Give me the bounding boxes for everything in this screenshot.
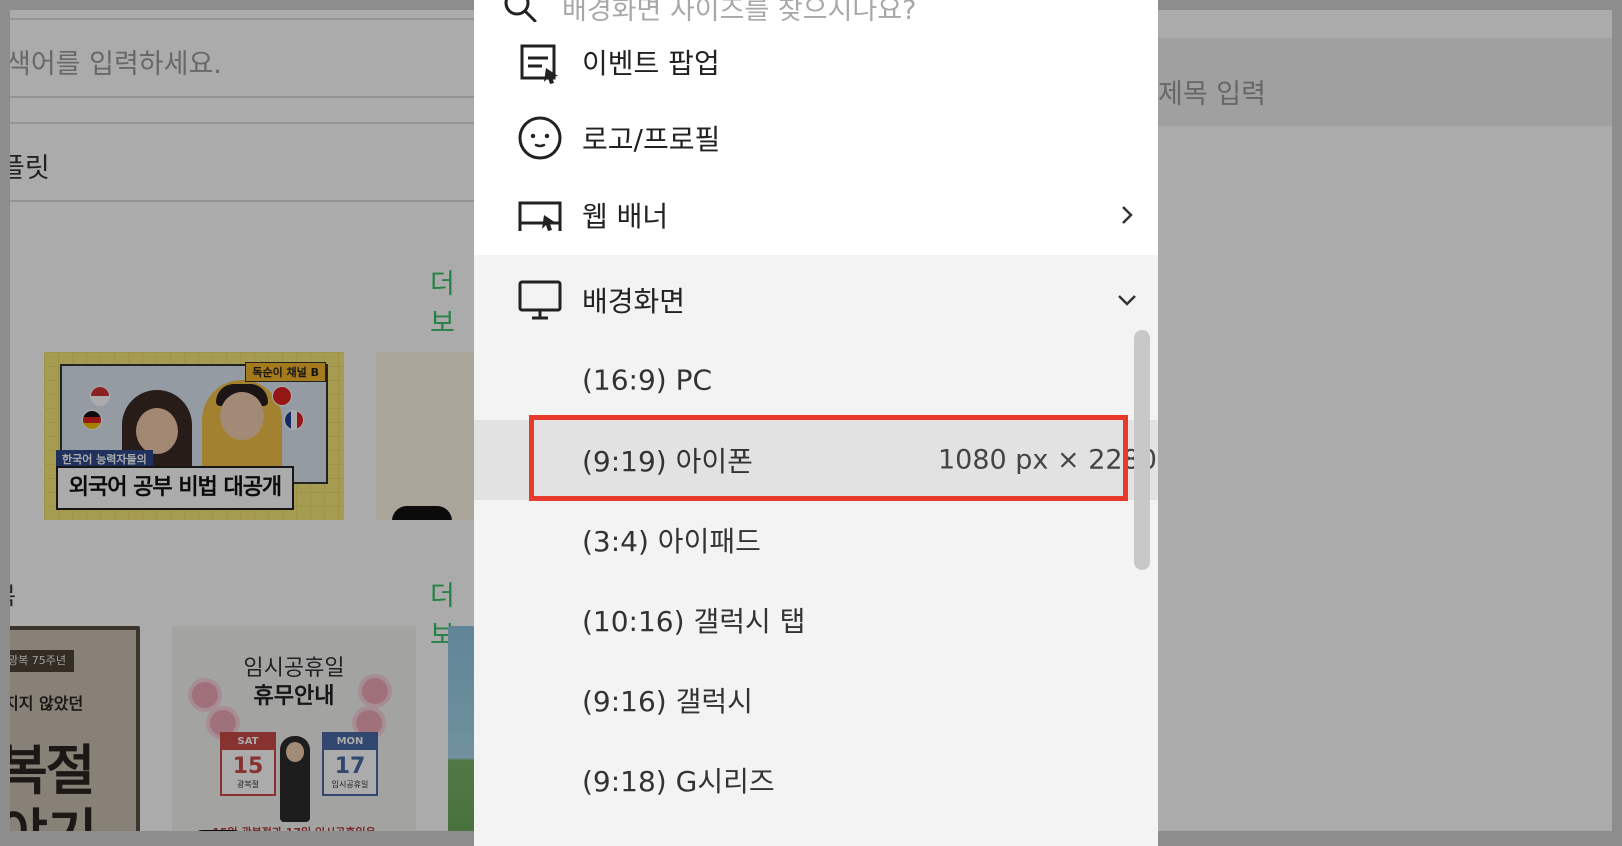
category-logo-profile[interactable]: 로고/프로필 xyxy=(474,98,1158,178)
category-label: 웹 배너 xyxy=(582,200,669,233)
size-option-label: (9:16) 갤럭시 xyxy=(582,685,753,718)
channel-tag: 독순이 채널 B xyxy=(245,362,326,382)
category-wallpaper[interactable]: 배경화면 xyxy=(474,260,1158,340)
france-flag-icon xyxy=(284,410,304,430)
ribbon-label: 광복 75주년 xyxy=(4,650,74,672)
category-label: 이벤트 팝업 xyxy=(582,47,720,80)
background-editor-page: 색어를 입력하세요. 플릿 더보 더보 복 독순이 채널 B 한국어 능력자들의… xyxy=(0,0,474,846)
page-count-badge xyxy=(392,506,452,520)
web-banner-icon xyxy=(518,201,562,231)
calendar-date: 17 xyxy=(334,754,366,779)
search-icon xyxy=(504,0,537,23)
calendar-card: SAT 15 광복절 xyxy=(220,732,276,796)
thumbnail-text: 지지 않았던 xyxy=(4,694,84,713)
category-event-popup[interactable]: 이벤트 팝업 xyxy=(474,22,1158,102)
size-option-label: (16:9) PC xyxy=(582,363,713,397)
design-title-input[interactable]: 제목 입력 xyxy=(1158,38,1622,126)
template-search-input[interactable]: 색어를 입력하세요. xyxy=(0,18,474,98)
search-placeholder: 색어를 입력하세요. xyxy=(6,49,222,80)
size-option-galaxy[interactable]: (9:16) 갤럭시 xyxy=(474,660,1158,740)
germany-flag-icon xyxy=(82,410,102,430)
template-tab[interactable]: 플릿 xyxy=(0,122,474,202)
size-option-g-series[interactable]: (9:18) G시리즈 xyxy=(474,740,1158,820)
design-title-panel: 제목 입력 xyxy=(1158,0,1622,846)
thumbnail-caption: 외국어 공부 비법 대공개 xyxy=(56,466,294,510)
window-frame xyxy=(1612,0,1622,846)
template-thumbnail-landscape[interactable] xyxy=(448,626,474,846)
flower-icon xyxy=(192,682,218,708)
event-popup-icon xyxy=(520,44,558,84)
category-web-banner[interactable]: 웹 배너 xyxy=(474,175,1158,255)
category-label: 로고/프로필 xyxy=(582,123,721,156)
size-option-pc[interactable]: (16:9) PC xyxy=(474,340,1158,420)
size-option-label: (10:16) 갤럭시 탭 xyxy=(582,605,806,638)
size-option-label: (3:4) 아이패드 xyxy=(582,525,761,558)
flower-icon xyxy=(362,678,388,704)
size-option-dimensions: 1080 px × 2280 px xyxy=(938,444,1158,476)
template-thumbnail-liberation-day[interactable]: 광복 75주년 지지 않았던 복절 야기 xyxy=(0,626,140,846)
calendar-day: MON xyxy=(324,734,376,750)
calendar-day: SAT xyxy=(222,734,274,750)
title-placeholder: 제목 입력 xyxy=(1158,79,1266,110)
size-option-ipad[interactable]: (3:4) 아이패드 xyxy=(474,500,1158,580)
chevron-right-icon xyxy=(1122,206,1133,224)
monitor-icon xyxy=(518,280,562,320)
china-flag-icon xyxy=(272,386,292,406)
calendar-card: MON 17 임시공휴일 xyxy=(322,732,378,796)
category-label: 배경화면 xyxy=(582,285,686,318)
size-option-label: (9:18) G시리즈 xyxy=(582,765,775,798)
calendar-date: 15 xyxy=(232,754,264,779)
window-frame xyxy=(0,0,10,846)
us-flag-icon xyxy=(90,386,110,406)
person-illustration xyxy=(280,736,310,822)
screen: 색어를 입력하세요. 플릿 더보 더보 복 독순이 채널 B 한국어 능력자들의… xyxy=(0,0,1622,846)
calendar-caption: 임시공휴일 xyxy=(331,780,369,789)
logo-profile-icon xyxy=(518,116,562,160)
template-thumbnail-language[interactable]: 독순이 채널 B 한국어 능력자들의 외국어 공부 비법 대공개 xyxy=(44,352,344,520)
calendar-caption: 광복절 xyxy=(236,780,260,789)
more-link[interactable]: 더보 xyxy=(430,262,474,340)
size-option-iphone[interactable]: (9:19) 아이폰 1080 px × 2280 px xyxy=(474,420,1158,500)
template-thumbnail-holiday-notice[interactable]: 임시공휴일 휴무안내 SAT 15 광복절 MON 17 임시공휴일 15일 광… xyxy=(172,626,416,846)
chevron-down-icon xyxy=(1118,295,1136,306)
size-dropdown[interactable]: 배경화면 사이즈를 찾으시나요? 이벤트 팝업 로고/프로필 웹 배너 배경화면… xyxy=(474,0,1158,846)
template-thumbnail[interactable] xyxy=(376,352,474,520)
size-option-label: (9:19) 아이폰 xyxy=(582,445,753,478)
dropdown-scrollbar[interactable] xyxy=(1134,330,1150,570)
size-option-galaxy-tab[interactable]: (10:16) 갤럭시 탭 xyxy=(474,580,1158,660)
